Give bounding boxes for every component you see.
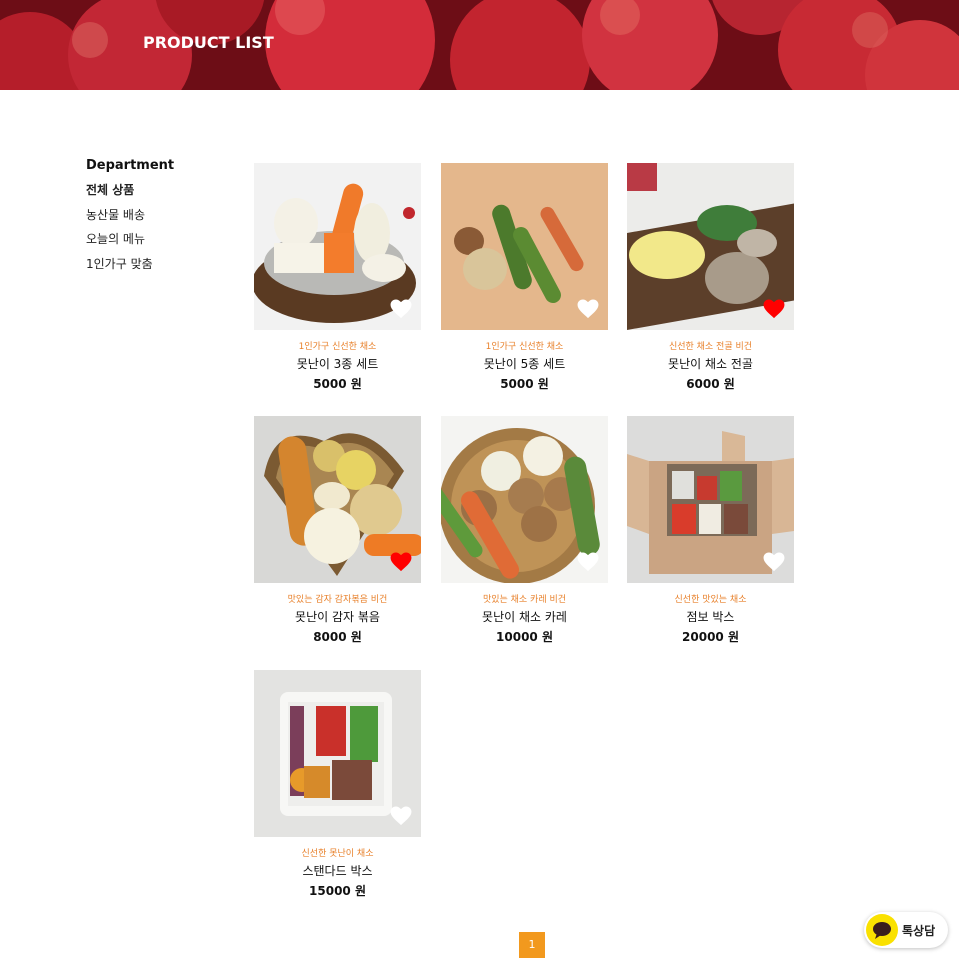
product-image[interactable]: [627, 416, 794, 583]
heart-icon[interactable]: [763, 299, 785, 319]
product-tags: 신선한 맛있는 채소: [674, 595, 747, 605]
heart-icon[interactable]: [577, 552, 599, 572]
product-price: 6000 원: [686, 377, 735, 391]
product-name[interactable]: 점보 박스: [627, 609, 794, 625]
pagination: 1: [519, 932, 545, 958]
page-title: PRODUCT LIST: [143, 33, 274, 52]
product-image[interactable]: [441, 163, 608, 330]
product-name[interactable]: 스탠다드 박스: [254, 863, 421, 879]
product-name[interactable]: 못난이 채소 카레: [441, 609, 608, 625]
page-1-button[interactable]: 1: [519, 932, 545, 958]
product-image[interactable]: [254, 416, 421, 583]
heart-icon[interactable]: [390, 806, 412, 826]
product-tags: 맛있는 감자 감자볶음 비건: [287, 595, 388, 605]
product-price: 10000 원: [496, 630, 553, 644]
sidebar-item-todays-menu[interactable]: 오늘의 메뉴: [86, 231, 236, 247]
product-price: 8000 원: [313, 630, 362, 644]
product-price: 15000 원: [309, 884, 366, 898]
product-name[interactable]: 못난이 5종 세트: [441, 356, 608, 372]
product-price: 20000 원: [682, 630, 739, 644]
product-card: 맛있는 감자 감자볶음 비건 못난이 감자 볶음 8000 원: [254, 416, 421, 656]
talk-consult-button[interactable]: 톡상담: [864, 912, 948, 948]
product-name[interactable]: 못난이 3종 세트: [254, 356, 421, 372]
product-tags: 1인가구 신선한 채소: [298, 342, 377, 352]
product-image[interactable]: [254, 163, 421, 330]
product-card: 신선한 채소 전골 비건 못난이 채소 전골 6000 원: [627, 163, 794, 403]
product-image[interactable]: [441, 416, 608, 583]
chat-bubble-icon: [866, 914, 898, 946]
product-name[interactable]: 못난이 채소 전골: [627, 356, 794, 372]
sidebar-item-produce-delivery[interactable]: 농산물 배송: [86, 207, 236, 223]
product-card: 1인가구 신선한 채소 못난이 3종 세트 5000 원: [254, 163, 421, 403]
product-tags: 신선한 채소 전골 비건: [668, 342, 753, 352]
chat-label: 톡상담: [902, 924, 936, 938]
product-image[interactable]: [254, 670, 421, 837]
product-tags: 맛있는 채소 카레 비건: [482, 595, 567, 605]
product-price: 5000 원: [500, 377, 549, 391]
header-banner: PRODUCT LIST: [0, 0, 959, 90]
product-card: 신선한 못난이 채소 스탠다드 박스 15000 원: [254, 670, 421, 910]
product-name[interactable]: 못난이 감자 볶음: [254, 609, 421, 625]
product-tags: 1인가구 신선한 채소: [485, 342, 564, 352]
sidebar-item-single-household[interactable]: 1인가구 맞춤: [86, 256, 236, 272]
product-card: 1인가구 신선한 채소 못난이 5종 세트 5000 원: [441, 163, 608, 403]
department-sidebar: Department 전체 상품 농산물 배송 오늘의 메뉴 1인가구 맞춤: [86, 158, 236, 280]
product-price: 5000 원: [313, 377, 362, 391]
heart-icon[interactable]: [763, 552, 785, 572]
sidebar-item-all-products[interactable]: 전체 상품: [86, 182, 236, 198]
product-tags: 신선한 못난이 채소: [301, 849, 374, 859]
heart-icon[interactable]: [577, 299, 599, 319]
heart-icon[interactable]: [390, 552, 412, 572]
department-heading: Department: [86, 158, 175, 173]
heart-icon[interactable]: [390, 299, 412, 319]
product-card: 맛있는 채소 카레 비건 못난이 채소 카레 10000 원: [441, 416, 608, 656]
product-image[interactable]: [627, 163, 794, 330]
product-card: 신선한 맛있는 채소 점보 박스 20000 원: [627, 416, 794, 656]
